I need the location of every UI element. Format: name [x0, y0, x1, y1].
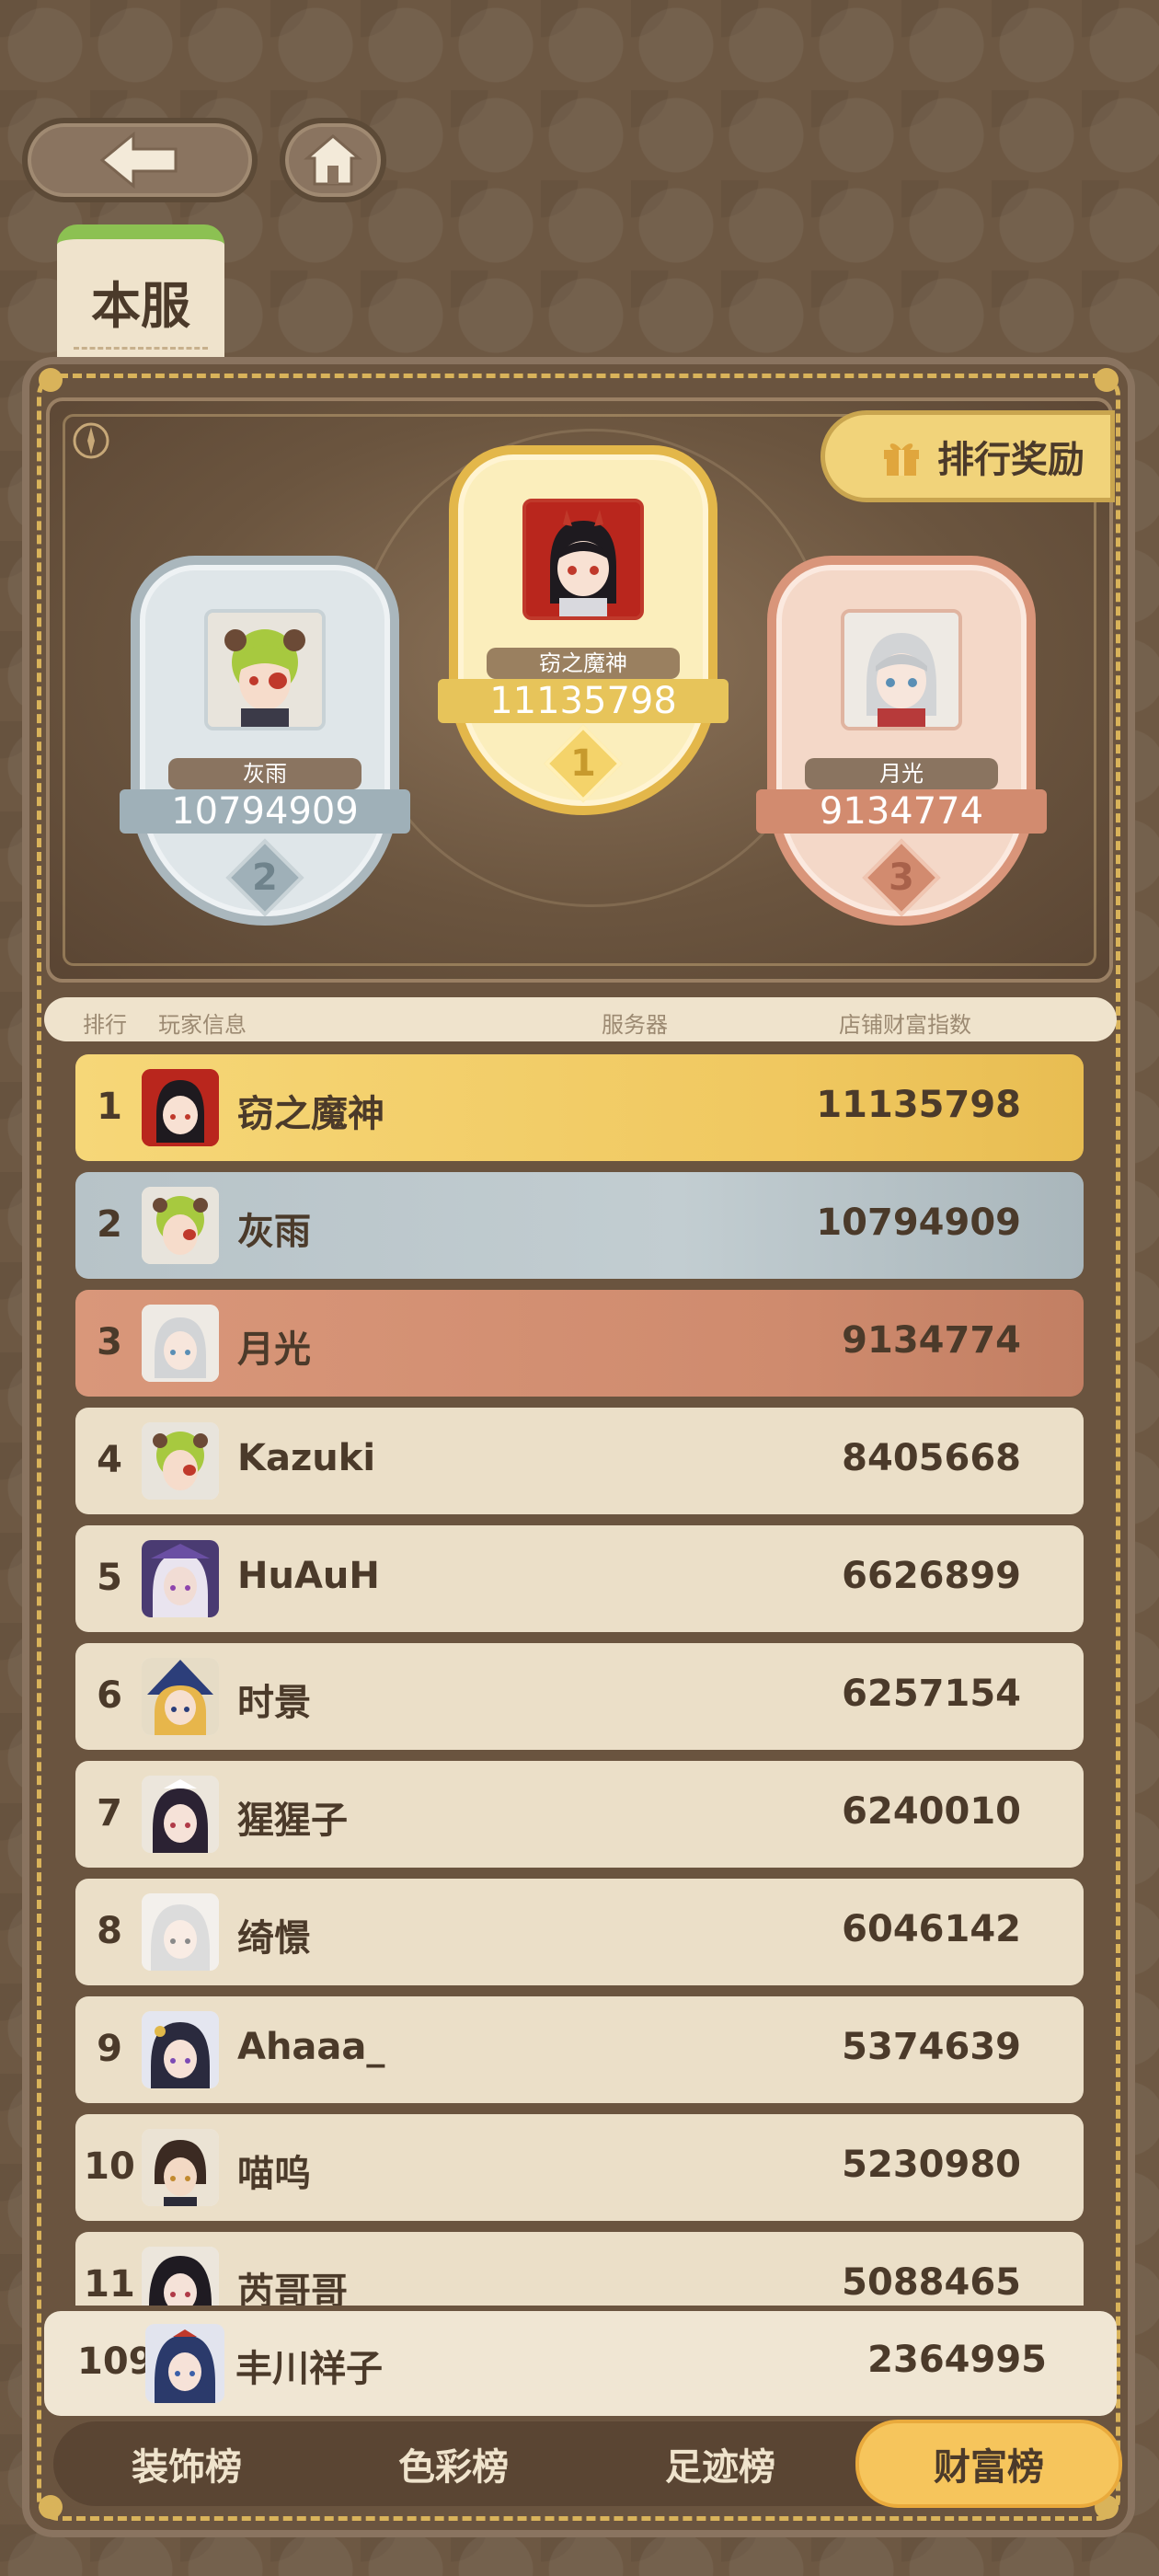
tab-footprint[interactable]: 足迹榜 — [587, 2421, 854, 2506]
corner-dot — [39, 368, 63, 392]
podium-name: 灰雨 — [168, 758, 361, 789]
avatar — [142, 1776, 219, 1853]
table-row[interactable]: 5 HuAuH 6626899 — [75, 1525, 1084, 1632]
back-button[interactable] — [22, 118, 258, 202]
home-icon — [304, 134, 362, 186]
ranking-reward-button[interactable]: 排行奖励 — [820, 410, 1115, 502]
avatar — [142, 1658, 219, 1735]
table-row[interactable]: 8 绮憬 6046142 — [75, 1879, 1084, 1985]
table-row[interactable]: 1 窃之魔神 11135798 — [75, 1054, 1084, 1161]
table-row[interactable]: 6 时景 6257154 — [75, 1643, 1084, 1750]
avatar — [204, 609, 326, 730]
table-row[interactable]: 2 灰雨 10794909 — [75, 1172, 1084, 1279]
podium-card-rank-1[interactable]: 窃之魔神 11135798 1 — [438, 445, 729, 815]
ornament-icon — [73, 422, 109, 459]
avatar — [142, 1422, 219, 1500]
avatar — [142, 1305, 219, 1382]
category-tab-bar: 装饰榜 色彩榜 足迹榜 财富榜 — [53, 2420, 1122, 2508]
home-button[interactable] — [280, 118, 386, 202]
table-row[interactable]: 4 Kazuki 8405668 — [75, 1408, 1084, 1514]
gift-icon — [884, 443, 919, 476]
ranking-list[interactable]: 1 窃之魔神 11135798 2 灰雨 10794909 3 月光 91347… — [75, 1054, 1084, 2306]
header-rank: 排行 — [83, 1012, 127, 1038]
table-row[interactable]: 3 月光 9134774 — [75, 1290, 1084, 1397]
table-row[interactable]: 11 芮哥哥 5088465 — [75, 2232, 1084, 2306]
table-row[interactable]: 7 猩猩子 6240010 — [75, 1761, 1084, 1868]
back-arrow-icon — [99, 131, 178, 190]
podium-score: 9134774 — [756, 789, 1047, 834]
podium-card-rank-3[interactable]: 月光 9134774 3 — [756, 556, 1047, 926]
avatar — [142, 1893, 219, 1971]
table-row[interactable]: 9 Ahaaa_ 5374639 — [75, 1996, 1084, 2103]
column-header: 排行 玩家信息 服务器 店铺财富指数 — [44, 997, 1117, 1041]
podium-name: 窃之魔神 — [487, 648, 680, 679]
avatar — [142, 1540, 219, 1617]
tab-color[interactable]: 色彩榜 — [320, 2421, 587, 2506]
server-tab[interactable]: 本服 — [57, 224, 224, 362]
header-player: 玩家信息 — [158, 1012, 247, 1038]
avatar — [142, 2247, 219, 2306]
avatar — [145, 2324, 224, 2403]
my-rank-row[interactable]: 109 丰川祥子 2364995 — [44, 2311, 1117, 2416]
avatar — [142, 1069, 219, 1146]
avatar — [841, 609, 962, 730]
corner-dot — [1095, 368, 1119, 392]
avatar — [142, 2011, 219, 2088]
podium-name: 月光 — [805, 758, 998, 789]
header-score: 店铺财富指数 — [839, 1012, 971, 1038]
tab-decoration[interactable]: 装饰榜 — [53, 2421, 320, 2506]
header-server: 服务器 — [602, 1012, 668, 1038]
podium-card-rank-2[interactable]: 灰雨 10794909 2 — [120, 556, 410, 926]
avatar — [522, 499, 644, 620]
table-row[interactable]: 10 喵呜 5230980 — [75, 2114, 1084, 2221]
podium-score: 11135798 — [438, 679, 729, 723]
podium-score: 10794909 — [120, 789, 410, 834]
avatar — [142, 2129, 219, 2206]
tab-wealth[interactable]: 财富榜 — [855, 2420, 1122, 2508]
avatar — [142, 1187, 219, 1264]
